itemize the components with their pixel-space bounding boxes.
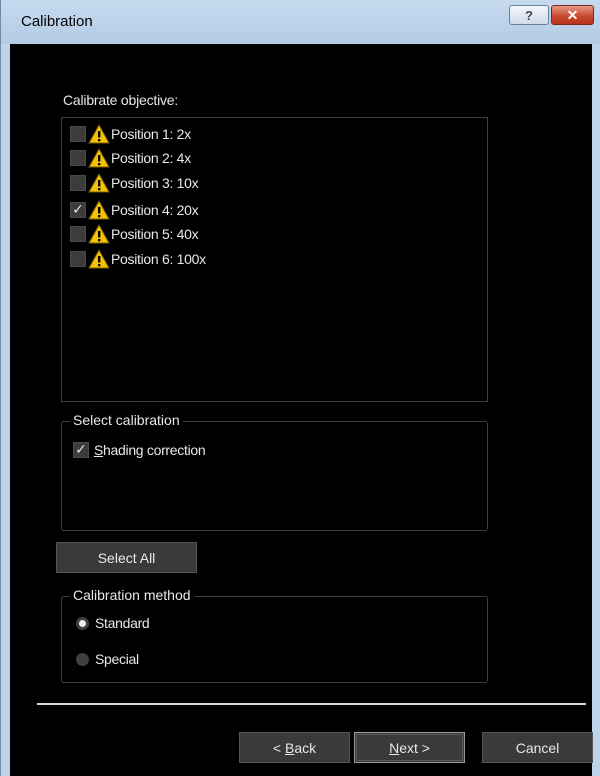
footer-divider: [37, 703, 586, 705]
back-button[interactable]: < Back: [239, 732, 350, 763]
shading-correction-checkbox[interactable]: ✓: [73, 442, 89, 458]
objective-list[interactable]: Position 1: 2x Position 2: 4x Position 3…: [61, 117, 488, 402]
position-6-checkbox[interactable]: [70, 251, 86, 267]
back-label-rest: ack: [294, 739, 317, 756]
window-frame-right: [592, 44, 600, 776]
next-button[interactable]: Next >: [354, 732, 465, 763]
cancel-button[interactable]: Cancel: [482, 732, 593, 763]
select-all-button[interactable]: Select All: [56, 542, 197, 573]
position-2-checkbox[interactable]: [70, 150, 86, 166]
position-3-label: Position 3: 10x: [111, 175, 199, 191]
warning-icon: [88, 148, 110, 168]
list-item-position-6[interactable]: Position 6: 100x: [70, 249, 206, 269]
standard-label: Standard: [95, 615, 150, 631]
close-button[interactable]: ✕: [551, 5, 594, 25]
calibrate-objective-label: Calibrate objective:: [63, 92, 179, 108]
next-accelerator: N: [389, 739, 400, 756]
shading-label-rest: hading correction: [103, 442, 206, 458]
radio-special[interactable]: Special: [76, 651, 139, 667]
position-3-checkbox[interactable]: [70, 175, 86, 191]
position-1-label: Position 1: 2x: [111, 126, 191, 142]
back-accelerator: B: [284, 739, 295, 756]
standard-radio-button[interactable]: [76, 616, 89, 630]
window-title: Calibration: [21, 13, 93, 30]
list-item-position-1[interactable]: Position 1: 2x: [70, 124, 191, 144]
position-6-label: Position 6: 100x: [111, 251, 206, 267]
warning-icon: [88, 224, 110, 244]
shading-accelerator: S: [94, 442, 104, 458]
special-radio-button[interactable]: [76, 652, 89, 666]
calibration-method-title: Calibration method: [70, 587, 194, 603]
calibration-method-group: Calibration method Standard Special: [61, 587, 488, 683]
position-5-checkbox[interactable]: [70, 226, 86, 242]
list-item-position-5[interactable]: Position 5: 40x: [70, 224, 199, 244]
position-4-label: Position 4: 20x: [111, 202, 199, 218]
special-label: Special: [95, 651, 139, 667]
warning-icon: [88, 124, 110, 144]
select-calibration-title: Select calibration: [70, 412, 183, 428]
position-4-checkbox[interactable]: ✓: [70, 202, 86, 218]
back-label: < Back: [273, 740, 316, 756]
position-1-checkbox[interactable]: [70, 126, 86, 142]
position-5-label: Position 5: 40x: [111, 226, 199, 242]
title-bar[interactable]: Calibration ? ✕: [1, 0, 600, 44]
list-item-position-2[interactable]: Position 2: 4x: [70, 148, 191, 168]
cancel-label: Cancel: [515, 739, 560, 756]
position-2-label: Position 2: 4x: [111, 150, 191, 166]
warning-icon: [88, 249, 110, 269]
warning-icon: [88, 173, 110, 193]
next-label-rest: ext >: [399, 739, 430, 756]
select-all-label: Select All: [97, 549, 156, 566]
list-item-position-3[interactable]: Position 3: 10x: [70, 173, 199, 193]
warning-icon: [88, 200, 110, 220]
shading-correction-label: Shading correction: [94, 442, 206, 458]
calibration-dialog: Calibration ? ✕ Calibrate objective: Pos…: [0, 0, 600, 776]
radio-standard[interactable]: Standard: [76, 615, 150, 631]
help-icon: ?: [525, 7, 533, 23]
next-label: Next >: [389, 740, 430, 756]
close-icon: ✕: [566, 6, 579, 23]
help-button[interactable]: ?: [509, 5, 549, 25]
select-calibration-group: Select calibration ✓ Shading correction: [61, 412, 488, 531]
shading-correction-option[interactable]: ✓ Shading correction: [73, 440, 206, 460]
back-arrow: <: [272, 739, 285, 756]
list-item-position-4[interactable]: ✓ Position 4: 20x: [70, 200, 199, 220]
